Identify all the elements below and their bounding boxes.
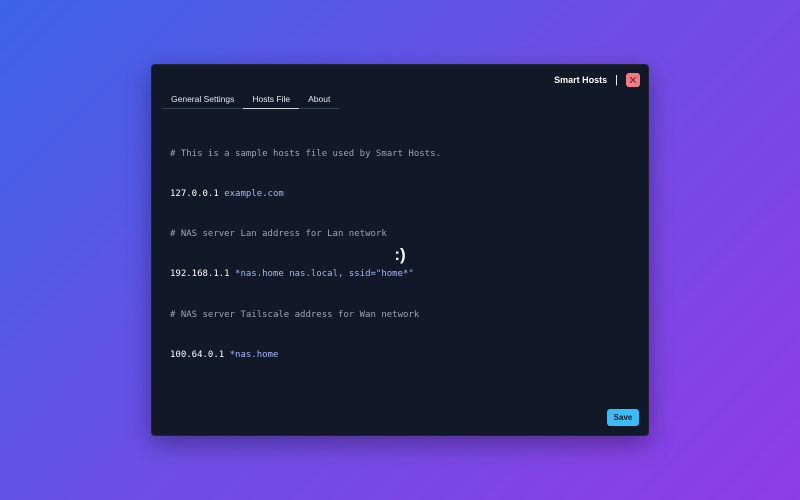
host-names: *nas.home nas.local, ssid="home*" <box>235 269 414 280</box>
ip-address: 127.0.0.1 <box>170 189 219 200</box>
editor-line: # NAS server Tailscale address for Wan n… <box>170 309 630 322</box>
tab-bar: General Settings Hosts File About <box>162 91 340 109</box>
app-window: Smart Hosts | General Settings Hosts Fil… <box>151 64 649 436</box>
editor-line: 192.168.1.1 *nas.home nas.local, ssid="h… <box>170 268 630 281</box>
tab-hosts-file[interactable]: Hosts File <box>243 91 299 109</box>
ip-address: 192.168.1.1 <box>170 269 230 280</box>
host-names: example.com <box>224 189 284 200</box>
ip-address: 100.64.0.1 <box>170 349 225 360</box>
comment-text: # NAS server Lan address for Lan network <box>170 229 387 240</box>
host-names: *nas.home <box>229 349 279 360</box>
editor-line: # This is a sample hosts file used by Sm… <box>170 148 630 161</box>
tab-about[interactable]: About <box>299 91 339 108</box>
close-icon <box>630 77 636 83</box>
editor-line: 127.0.0.1 example.com <box>170 188 630 201</box>
comment-text: # This is a sample hosts file used by Sm… <box>170 148 441 159</box>
save-button[interactable]: Save <box>607 409 639 426</box>
app-title: Smart Hosts <box>554 75 608 85</box>
smiley-glyph: :) <box>394 245 406 264</box>
editor-line: 100.64.0.1 *nas.home <box>170 349 630 362</box>
title-separator: | <box>615 73 618 86</box>
title-bar: Smart Hosts | <box>554 71 640 89</box>
comment-text: # NAS server Tailscale address for Wan n… <box>170 309 420 320</box>
tab-general-settings[interactable]: General Settings <box>162 91 243 108</box>
close-button[interactable] <box>626 73 640 87</box>
editor-line: # NAS server Lan address for Lan network <box>170 228 630 241</box>
